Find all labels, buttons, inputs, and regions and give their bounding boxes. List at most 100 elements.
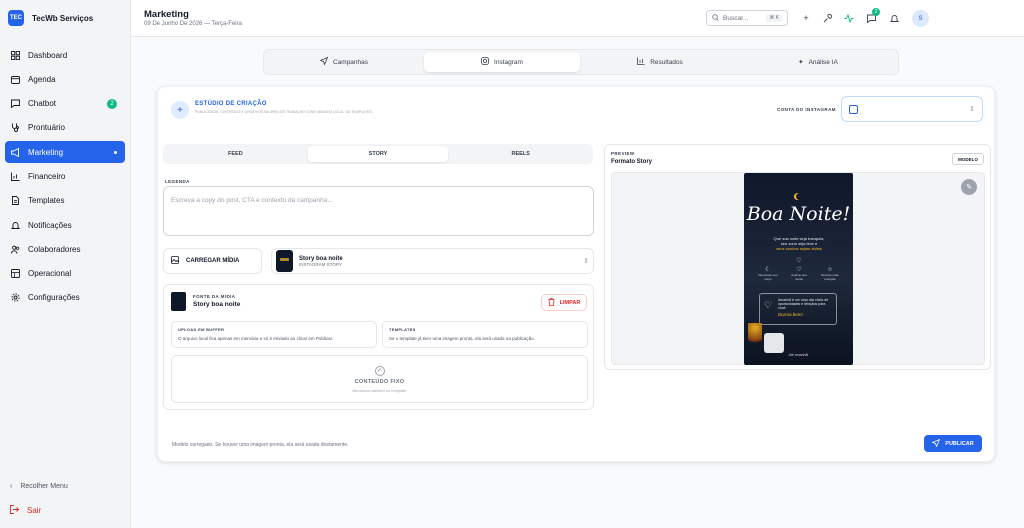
heart-icon: ♡ bbox=[796, 258, 802, 264]
format-tab-feed[interactable]: FEED bbox=[165, 146, 306, 162]
gear-icon bbox=[10, 293, 20, 303]
clear-label: LIMPAR bbox=[559, 299, 581, 306]
add-studio-button[interactable]: + bbox=[171, 101, 189, 119]
sidebar-item-label: Dashboard bbox=[28, 50, 68, 60]
page-date: 09 De Junho De 2026 — Terça-Feira bbox=[144, 21, 242, 27]
brand-name: TecWb Serviços bbox=[32, 13, 94, 23]
caption-textarea[interactable]: Escreva a copy do post, CTA e contexto d… bbox=[163, 186, 594, 236]
sidebar-item-notificacoes[interactable]: Notificações bbox=[5, 214, 125, 236]
preview-title: Formato Story bbox=[611, 159, 653, 165]
search-input[interactable]: Buscar... ⌘ K bbox=[706, 10, 788, 26]
heart-icon: ♡ bbox=[764, 300, 773, 310]
sidebar-item-financeiro[interactable]: Financeiro bbox=[5, 165, 125, 187]
instagram-account-select[interactable]: ⇕ bbox=[841, 96, 983, 122]
creation-studio-card: + ESTÚDIO DE CRIAÇÃO PUBLICIDADE, CONTEÚ… bbox=[157, 86, 995, 462]
format-tab-story[interactable]: STORY bbox=[307, 146, 449, 162]
tab-label: Campanhas bbox=[332, 58, 369, 66]
active-indicator bbox=[114, 150, 117, 154]
wrench-icon[interactable] bbox=[821, 12, 833, 24]
templates-info: TEMPLATES Se o template já tiver uma ima… bbox=[382, 321, 588, 348]
tab-analise-ia[interactable]: ✦ Análise IA bbox=[740, 52, 896, 72]
mug-graphic bbox=[764, 333, 784, 353]
edit-image-button[interactable]: ✎ bbox=[961, 179, 977, 195]
sidebar-item-label: Configurações bbox=[28, 293, 80, 303]
instagram-icon bbox=[481, 57, 489, 67]
logout-button[interactable]: Sair bbox=[10, 505, 41, 516]
instagram-account-label: CONTA DO INSTAGRAM bbox=[777, 107, 836, 112]
sidebar-item-marketing[interactable]: Marketing bbox=[5, 141, 125, 164]
sidebar-item-templates[interactable]: Templates bbox=[5, 190, 125, 212]
chat-icon bbox=[10, 99, 20, 109]
sidebar-item-agenda[interactable]: Agenda bbox=[5, 68, 125, 90]
star-icon: ☆ bbox=[827, 267, 833, 273]
avatar[interactable]: S bbox=[912, 10, 929, 27]
sidebar-item-chatbot[interactable]: Chatbot 2 bbox=[5, 93, 125, 115]
sidebar-item-label: Operacional bbox=[28, 269, 72, 279]
users-icon bbox=[10, 244, 20, 254]
preview-stage: Boa Noite! Que sua noite seja tranquila,… bbox=[611, 172, 985, 365]
story-message: Que sua noite seja tranquila, seu sono s… bbox=[764, 236, 834, 251]
sidebar-item-prontuario[interactable]: Prontuário bbox=[5, 117, 125, 139]
story-item-label: Acalme sua mente bbox=[791, 273, 807, 281]
buffer-title: UPLOAD EM BUFFER bbox=[178, 327, 225, 332]
story-card-text: Amanhã é um novo dia cheio de oportunida… bbox=[778, 298, 829, 310]
page-title: Marketing bbox=[144, 9, 189, 20]
sidebar-item-label: Chatbot bbox=[28, 99, 57, 109]
chevron-updown-icon: ⇕ bbox=[583, 258, 589, 265]
caption-label: LEGENDA bbox=[165, 179, 190, 184]
image-icon bbox=[171, 256, 179, 266]
buffer-text: O arquivo local fica apenas em memória e… bbox=[178, 336, 334, 341]
tab-resultados[interactable]: Resultados bbox=[582, 52, 738, 72]
tab-instagram[interactable]: Instagram bbox=[424, 52, 580, 72]
sidebar-item-label: Templates bbox=[28, 196, 65, 206]
templates-text: Se o template já tiver uma imagem pronta… bbox=[389, 336, 535, 341]
fixed-content-panel: ✓ CONTEÚDO FIXO Nenhuma variável no temp… bbox=[171, 355, 588, 403]
sidebar-item-label: Notificações bbox=[28, 220, 72, 230]
logout-label: Sair bbox=[27, 506, 42, 515]
sidebar-item-configuracoes[interactable]: Configurações bbox=[5, 287, 125, 309]
stethoscope-icon bbox=[10, 123, 20, 133]
file-icon bbox=[10, 196, 20, 206]
table-icon bbox=[10, 269, 20, 279]
candle-graphic bbox=[748, 323, 762, 348]
status-footnote: Modelo carregado. Se houver uma imagem p… bbox=[172, 442, 349, 448]
brand[interactable]: TEC TecWb Serviços bbox=[0, 0, 130, 36]
sparkles-icon: ✦ bbox=[798, 59, 804, 66]
sidebar-item-label: Marketing bbox=[28, 147, 64, 157]
media-source-panel: FONTE DA MÍDIA Story boa noite LIMPAR UP… bbox=[163, 284, 594, 410]
tab-campanhas[interactable]: Campanhas bbox=[266, 52, 422, 72]
grid-icon bbox=[10, 50, 20, 60]
collapse-menu-button[interactable]: ‹ Recolher Menu bbox=[10, 483, 68, 490]
upload-media-label: CARREGAR MÍDIA bbox=[186, 258, 240, 264]
story-headline: Boa Noite! bbox=[746, 203, 851, 225]
upload-media-button[interactable]: CARREGAR MÍDIA bbox=[163, 248, 262, 274]
tab-label: Resultados bbox=[650, 58, 683, 66]
moon-icon bbox=[796, 193, 803, 200]
top-bar: Marketing 09 De Junho De 2026 — Terça-Fe… bbox=[131, 0, 1024, 37]
magic-wand-icon: ✎ bbox=[966, 184, 972, 191]
bell-icon[interactable] bbox=[888, 12, 900, 24]
story-card: ♡ Amanhã é um novo dia cheio de oportuni… bbox=[759, 293, 837, 325]
studio-title: ESTÚDIO DE CRIAÇÃO bbox=[195, 101, 267, 107]
template-thumbnail bbox=[276, 250, 293, 272]
clear-button[interactable]: LIMPAR bbox=[541, 294, 587, 311]
model-button[interactable]: MODELO bbox=[952, 153, 984, 165]
main-tabs: Campanhas Instagram Resultados ✦ Análise… bbox=[263, 49, 899, 75]
sidebar-item-colaboradores[interactable]: Colaboradores bbox=[5, 238, 125, 260]
activity-icon[interactable] bbox=[843, 12, 855, 24]
tab-label: Análise IA bbox=[808, 58, 838, 66]
add-icon[interactable]: + bbox=[800, 12, 812, 24]
logout-icon bbox=[10, 505, 20, 516]
publish-button[interactable]: PUBLICAR bbox=[924, 435, 982, 452]
format-tab-reels[interactable]: REELS bbox=[450, 146, 591, 162]
studio-subtitle: PUBLICIDADE, CONTEÚDO E CRIATIVOS NA ÁRE… bbox=[195, 110, 373, 114]
messages-badge: 2 bbox=[872, 8, 880, 16]
search-shortcut: ⌘ K bbox=[766, 14, 782, 22]
sidebar-item-dashboard[interactable]: Dashboard bbox=[5, 44, 125, 66]
moon-icon: ☾ bbox=[765, 267, 771, 273]
format-tabs: FEED STORY REELS bbox=[163, 144, 593, 164]
sidebar-item-operacional[interactable]: Operacional bbox=[5, 263, 125, 285]
template-select[interactable]: Story boa noite INSTAGRAM STORY ⇕ bbox=[271, 248, 594, 274]
chart-icon bbox=[10, 171, 20, 181]
story-item: ♡ Acalme sua mente bbox=[787, 266, 811, 281]
